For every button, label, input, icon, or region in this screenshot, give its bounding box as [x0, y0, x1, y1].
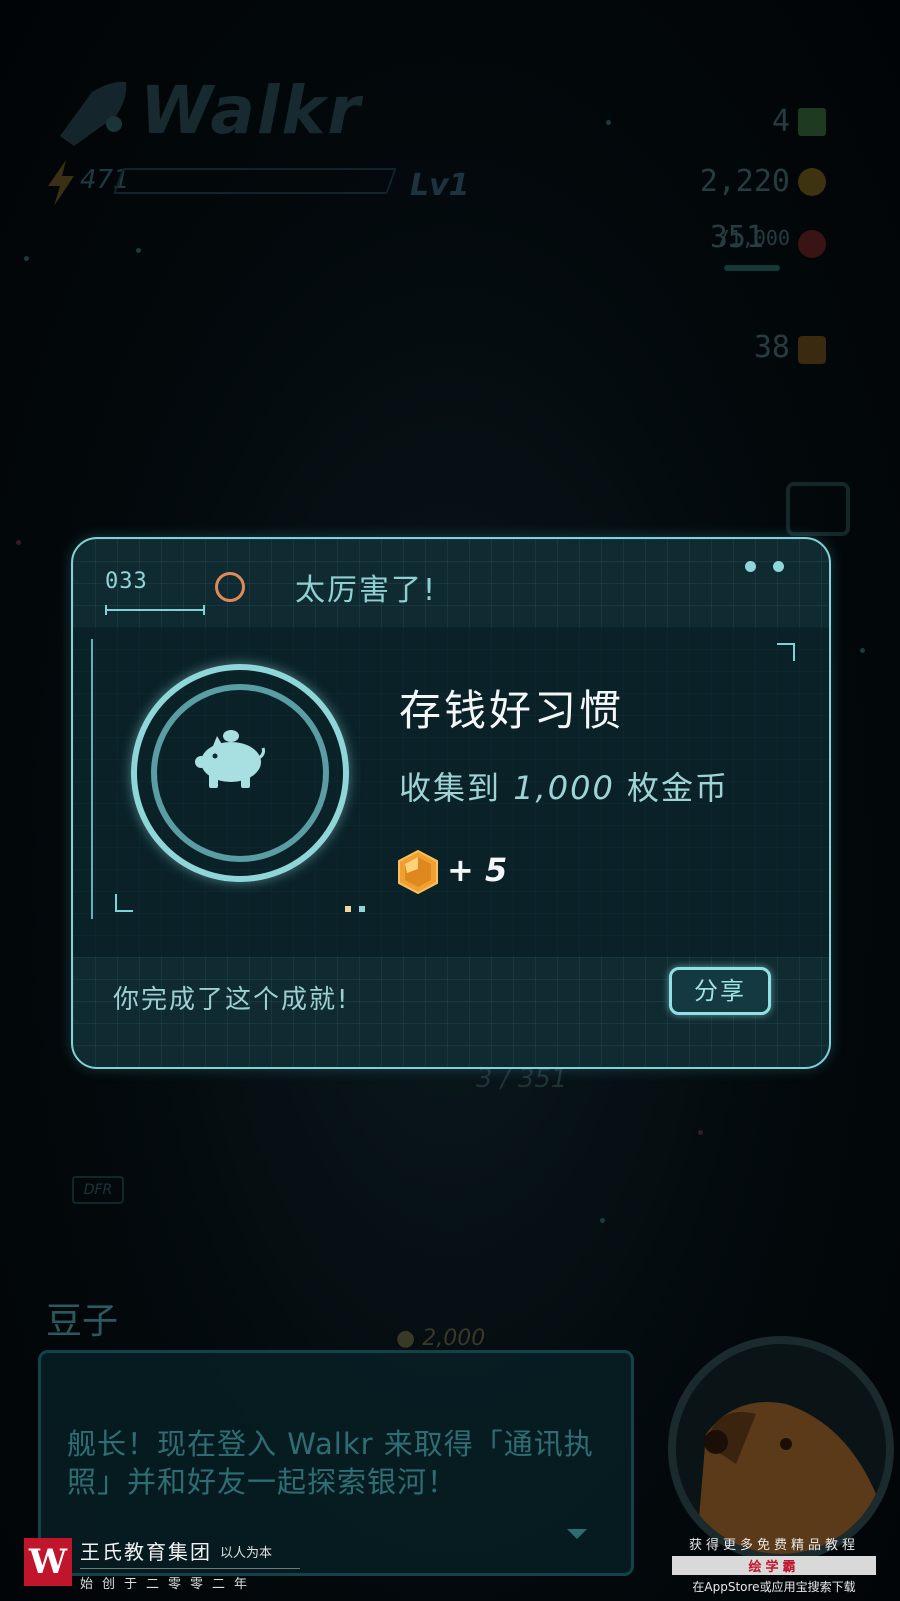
food-max: /1,000	[717, 226, 790, 250]
piggy-bank-icon	[195, 730, 265, 788]
modal-header-title: 太厉害了!	[295, 573, 438, 608]
level-label: Lv1	[410, 168, 470, 203]
dfr-tag: DFR	[72, 1176, 124, 1204]
cubes-count: 38	[753, 330, 790, 365]
watermark-logo: W	[24, 1538, 72, 1586]
character-avatar	[668, 1336, 894, 1562]
code-underline	[105, 605, 205, 615]
rocket-icon	[60, 81, 127, 146]
star	[698, 1130, 703, 1135]
watermark-motto: 以人为本	[220, 1546, 273, 1561]
decor-dots	[345, 897, 373, 916]
achievement-code: 033	[105, 569, 148, 594]
coin-cost: ● 2,000	[396, 1326, 486, 1351]
coin-icon	[798, 168, 826, 196]
completed-text: 你完成了这个成就!	[113, 985, 350, 1015]
lightning-icon	[48, 160, 74, 206]
reward-amount: + 5	[447, 851, 508, 889]
food-bar	[724, 265, 780, 271]
coins-count: 2,220	[699, 164, 790, 199]
chevron-down-icon	[567, 1529, 587, 1539]
energy-bar	[113, 168, 397, 194]
star	[860, 648, 865, 653]
star	[600, 1218, 605, 1223]
desc-number: 1,000	[513, 769, 615, 807]
star	[136, 248, 141, 253]
gem-icon	[398, 849, 438, 895]
tomato-icon	[798, 230, 826, 258]
watermark-left: W 王氏教育集团 以人为本 始创于二零零二年	[24, 1532, 304, 1594]
achievement-badge	[131, 664, 349, 882]
achievement-description: 收集到 1,000 枚金币	[399, 763, 729, 809]
speaker-name: 豆子	[46, 1301, 119, 1342]
frame-corner	[777, 643, 795, 661]
desc-suffix: 枚金币	[626, 769, 729, 807]
watermark-right: 获得更多免费精品教程 绘学霸 在AppStore或应用宝搜索下载	[672, 1534, 876, 1594]
watermark-company: 王氏教育集团	[80, 1540, 212, 1564]
tickets-count: 4	[771, 104, 790, 139]
share-button[interactable]: 分享	[669, 967, 771, 1015]
indicator-dot	[773, 561, 784, 572]
app-logo: Walkr	[140, 72, 362, 149]
star	[24, 256, 29, 261]
cube-icon	[798, 336, 826, 364]
achievement-title: 存钱好习惯	[399, 686, 625, 735]
indicator-dot	[745, 561, 756, 572]
frame-corner	[115, 894, 133, 912]
dialogue-text: 舰长！现在登入 Walkr 来取得「通讯执照」并和好友一起探索银河！	[67, 1427, 594, 1499]
star	[16, 540, 21, 545]
frame-bracket	[91, 639, 107, 919]
desc-prefix: 收集到	[399, 769, 502, 807]
promo-line-1: 获得更多免费精品教程	[688, 1538, 859, 1553]
star	[606, 120, 611, 125]
coin-cost-value: 2,000	[422, 1326, 486, 1351]
status-ring-icon	[215, 572, 245, 602]
camera-icon[interactable]	[786, 482, 850, 536]
watermark-founded: 始创于二零零二年	[80, 1568, 300, 1592]
ticket-icon	[798, 108, 826, 136]
promo-brand: 绘学霸	[672, 1556, 876, 1575]
achievement-modal: 033 太厉害了! 存钱好习惯 收集到 1,000 枚金币 + 5 你完成了这个…	[71, 537, 831, 1069]
promo-line-3: 在AppStore或应用宝搜索下载	[692, 1580, 856, 1594]
